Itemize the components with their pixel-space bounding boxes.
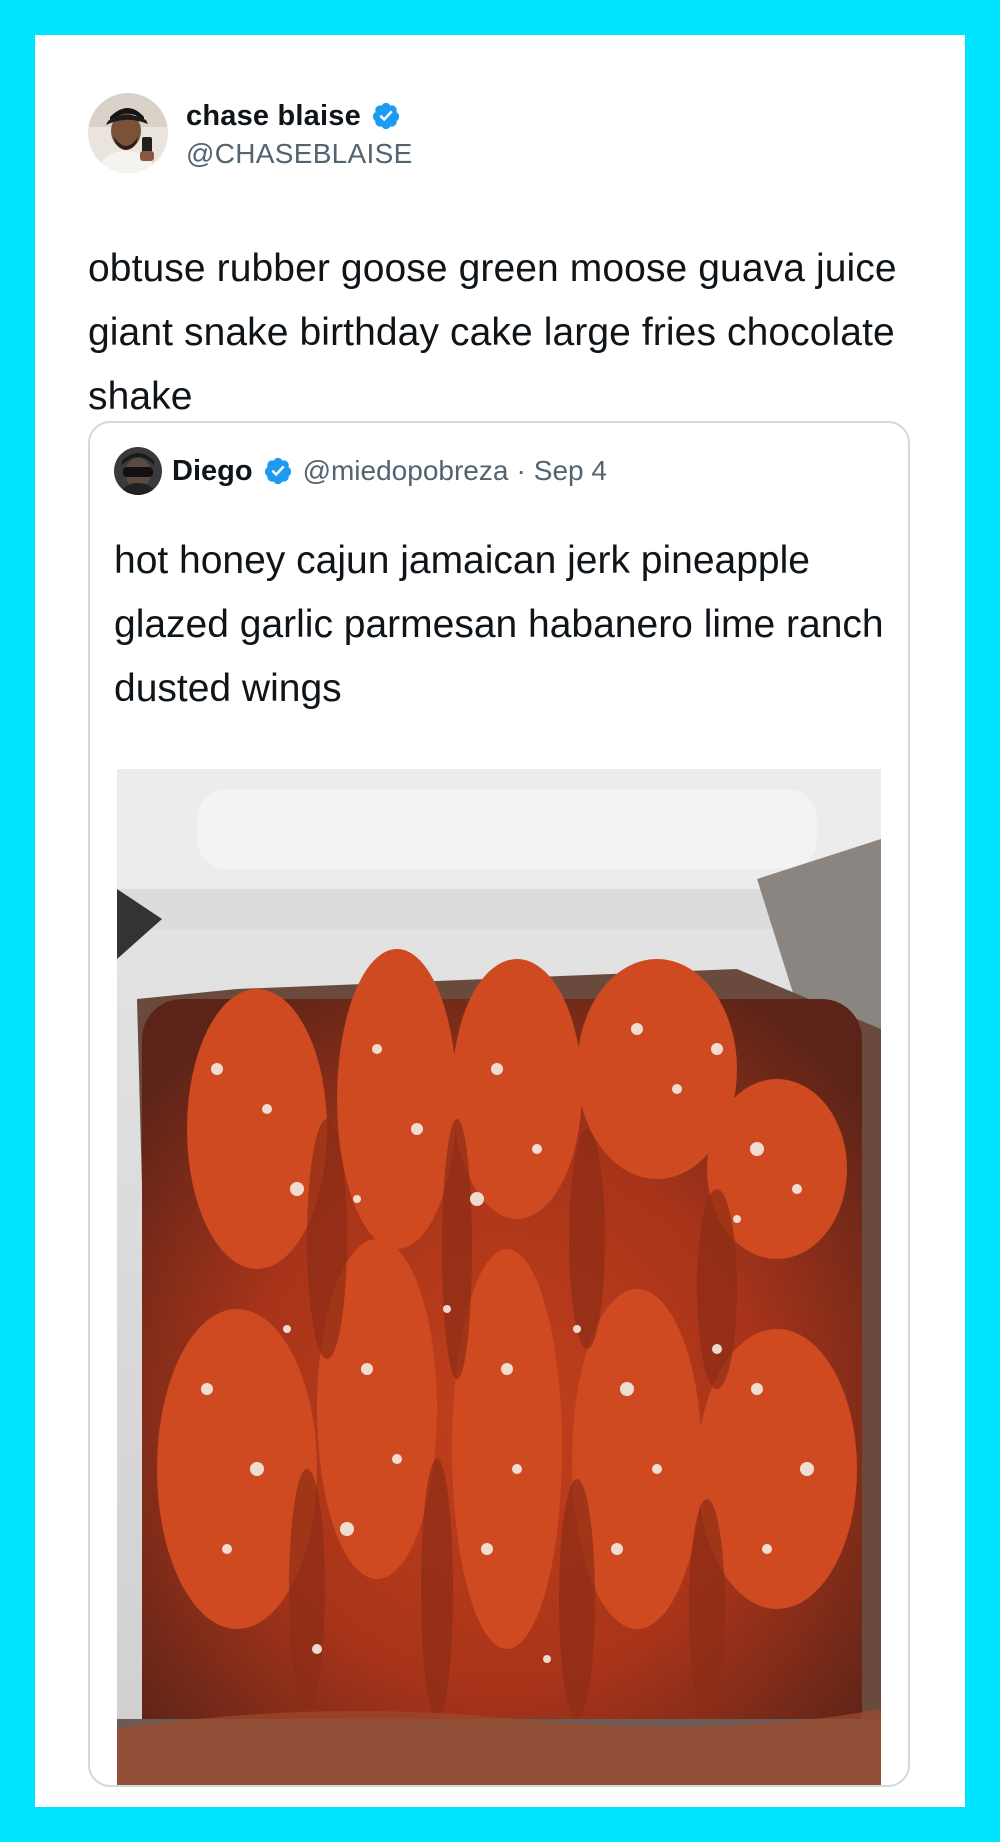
quoted-tweet-date[interactable]: Sep 4 xyxy=(534,455,607,487)
verified-badge-icon xyxy=(263,456,293,486)
quoted-tweet-header: Diego @miedopobreza · Sep 4 xyxy=(114,447,607,495)
separator-dot: · xyxy=(516,455,526,486)
tweet-text: obtuse rubber goose green moose guava ju… xyxy=(88,247,897,418)
quoted-author-display-name[interactable]: Diego xyxy=(172,455,253,488)
author-avatar[interactable] xyxy=(88,93,168,173)
tweet-card: chase blaise @CHASEBLAISE obtuse rubber … xyxy=(35,35,965,1807)
tweet-author[interactable]: chase blaise @CHASEBLAISE xyxy=(88,93,413,173)
quoted-author-avatar[interactable] xyxy=(114,447,162,495)
author-handle[interactable]: @CHASEBLAISE xyxy=(186,138,413,170)
quoted-tweet-photo[interactable] xyxy=(117,769,881,1785)
verified-badge-icon xyxy=(371,101,401,131)
quoted-tweet[interactable]: Diego @miedopobreza · Sep 4 hot honey ca… xyxy=(88,421,910,1787)
quoted-author-handle[interactable]: @miedopobreza xyxy=(303,455,509,487)
author-display-name[interactable]: chase blaise xyxy=(186,100,361,133)
quoted-tweet-text: hot honey cajun jamaican jerk pineapple … xyxy=(114,539,884,710)
food-photo-icon xyxy=(117,769,881,1785)
